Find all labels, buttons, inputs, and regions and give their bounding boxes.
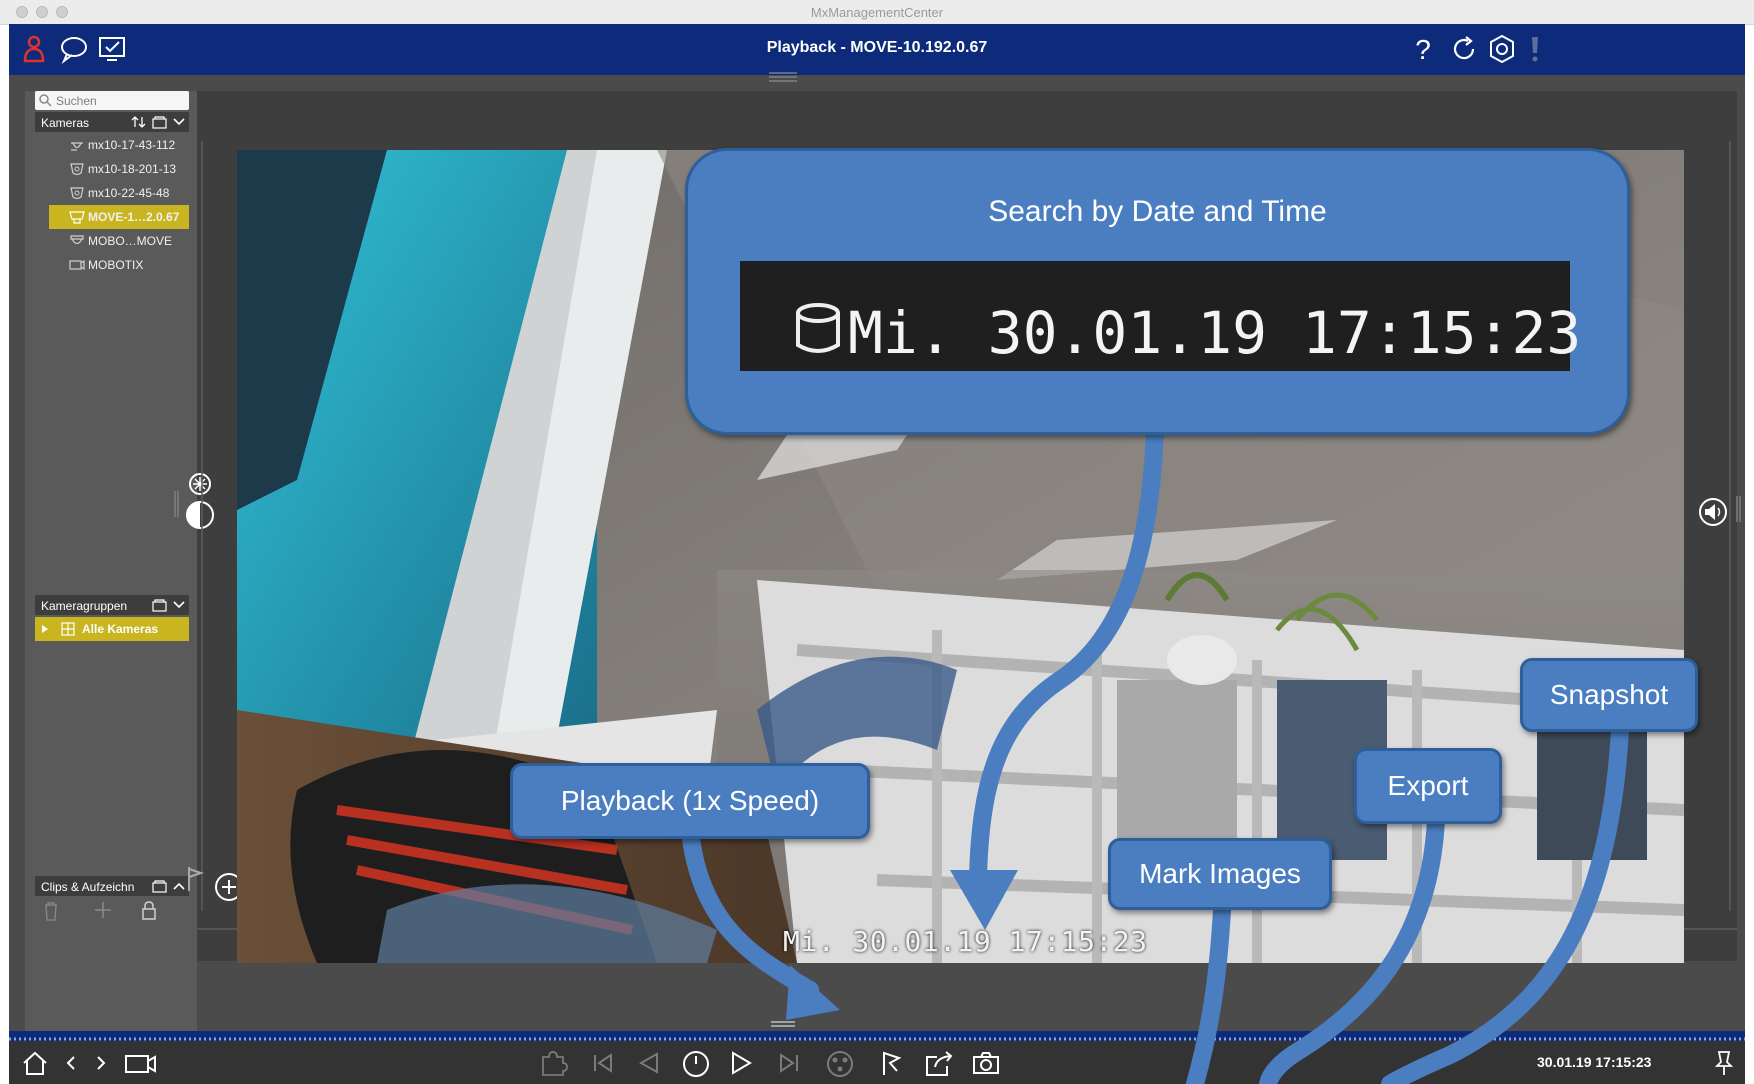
mark-images-icon[interactable] [877,1049,905,1079]
callout-export: Export [1354,748,1502,824]
play-icon[interactable] [727,1049,755,1077]
camera-item-4[interactable]: MOVE-1…2.0.67 [49,205,189,229]
camera-move-icon [69,211,85,224]
camera-label: MOBOTIX [88,258,144,272]
skip-start-icon[interactable] [589,1049,617,1077]
grid-icon [61,622,75,636]
folder-icon[interactable] [152,115,168,129]
window-title: MxManagementCenter [810,5,944,20]
folder-icon[interactable] [152,598,168,612]
cameras-header-label: Kameras [41,116,90,130]
alert-icon[interactable] [1527,34,1543,64]
groups-section-header[interactable]: Kameragruppen [35,595,189,615]
groups-header-label: Kameragruppen [41,599,128,613]
mark-start-flag-icon[interactable] [185,865,205,893]
skip-end-icon[interactable] [775,1049,803,1077]
camera-item-2[interactable]: mx10-18-201-13 [55,157,189,181]
plugin-icon[interactable] [537,1049,569,1077]
camera-dome-icon [71,142,83,151]
callout-search-title: Search by Date and Time [988,195,1327,228]
lock-icon[interactable] [141,900,157,920]
panel-handle-icon[interactable] [769,70,797,82]
expand-triangle-icon[interactable] [41,625,49,633]
camera-item-3[interactable]: mx10-22-45-48 [55,181,189,205]
sort-icon[interactable] [131,115,147,129]
camera-mobo-icon [70,235,84,245]
home-icon[interactable] [21,1049,49,1077]
svg-text:?: ? [1415,34,1431,64]
settings-icon[interactable] [1487,34,1517,64]
database-icon [796,303,840,353]
refresh-icon[interactable] [1449,34,1479,64]
bottom-toolbar: 30.01.19 17:15:23 [9,1041,1745,1084]
camera-box-icon [69,259,85,271]
camera-label: MOVE-1…2.0.67 [88,210,180,224]
play-reverse-icon[interactable] [635,1049,663,1077]
camera-item-6[interactable]: MOBOTIX [55,253,189,277]
current-timestamp: 30.01.19 17:15:23 [1537,1054,1652,1070]
group-label: Alle Kameras [82,622,159,636]
search-input[interactable]: Suchen [35,91,189,110]
page-title: Playback - MOVE-10.192.0.67 [766,39,988,56]
camera-label: mx10-18-201-13 [88,162,177,176]
camera-sidebar: Suchen Kameras mx10-17-43-112 mx10-18-20… [25,91,197,1031]
clips-section-header[interactable]: Clips & Aufzeichn [35,876,189,896]
snapshot-icon[interactable] [971,1049,1001,1077]
trash-icon[interactable] [43,901,59,921]
cameras-section-header[interactable]: Kameras [35,112,189,132]
group-item-all-cameras[interactable]: Alle Kameras [35,617,189,641]
clips-header-label: Clips & Aufzeichn [41,880,135,894]
callout-snapshot: Snapshot [1520,658,1698,732]
camera-view-icon[interactable] [124,1049,158,1077]
callout-zoom-timestamp: Mi. 30.01.19 17:15:23 [848,299,1582,367]
stop-icon[interactable] [681,1049,711,1079]
camera-label: mx10-17-43-112 [88,138,176,152]
pin-icon[interactable] [1713,1049,1735,1077]
export-icon[interactable] [923,1049,955,1079]
back-icon[interactable] [63,1049,79,1077]
callout-mark-images: Mark Images [1108,838,1332,910]
help-icon[interactable]: ? [1411,34,1435,64]
camera-hemispheric-icon [70,163,84,176]
camera-item-5[interactable]: MOBO…MOVE [55,229,189,253]
add-icon[interactable] [94,901,112,919]
search-icon [39,94,52,107]
callout-search-date-time: Search by Date and Time Mi. 30.01.19 17:… [685,148,1630,435]
timeline-handle-icon[interactable] [771,1020,795,1030]
callout-playback: Playback (1x Speed) [510,763,870,839]
events-icon[interactable] [825,1049,857,1079]
video-timestamp-overlay: Mi. 30.01.19 17:15:23 [783,925,1148,958]
forward-icon[interactable] [93,1049,109,1077]
timeline-bar[interactable] [9,1031,1745,1041]
camera-hemispheric-icon [70,187,84,200]
camera-label: MOBO…MOVE [88,234,173,248]
chevron-down-icon[interactable] [173,116,185,128]
callout-zoom-panel: Mi. 30.01.19 17:15:23 [740,261,1581,371]
app-header: Playback - MOVE-10.192.0.67 ? [9,24,1745,75]
camera-item-1[interactable]: mx10-17-43-112 [55,133,189,157]
camera-label: mx10-22-45-48 [88,186,170,200]
window-titlebar: MxManagementCenter [0,0,1754,25]
left-panel-handle-icon[interactable] [173,491,181,517]
search-placeholder: Suchen [56,94,97,108]
chevron-up-icon[interactable] [173,880,185,892]
chevron-down-icon[interactable] [173,599,185,611]
folder-icon[interactable] [152,879,168,893]
